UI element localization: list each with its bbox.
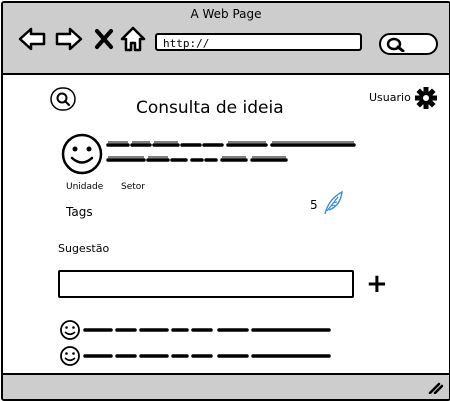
back-arrow-icon[interactable] (17, 25, 47, 53)
settings-gear-icon[interactable] (414, 86, 438, 110)
forward-arrow-icon[interactable] (54, 25, 84, 53)
like-count: 5 (310, 198, 318, 212)
stop-x-icon[interactable] (94, 28, 114, 50)
window-title: A Web Page (190, 7, 262, 21)
suggestion-list-item (59, 319, 349, 341)
search-icon[interactable] (49, 86, 77, 112)
browser-search-field[interactable] (379, 33, 438, 55)
suggestion-text-scribble (83, 354, 331, 358)
smiley-icon (60, 346, 80, 366)
resize-grip-icon[interactable] (427, 380, 443, 394)
smiley-icon (60, 320, 80, 340)
browser-search-icon (386, 37, 405, 52)
address-bar[interactable]: http:// (155, 33, 362, 51)
suggestion-list-item (59, 345, 349, 367)
feather-icon[interactable] (321, 190, 345, 216)
browser-toolbar: A Web Page http:// (3, 3, 449, 75)
browser-window: A Web Page http:// Consulta de ideia Usu… (1, 1, 450, 401)
suggestion-label: Sugestão (58, 242, 110, 255)
sector-label: Setor (121, 182, 145, 192)
suggestion-input[interactable] (58, 270, 354, 298)
status-bar (3, 373, 449, 399)
home-icon[interactable] (120, 25, 146, 53)
user-link[interactable]: Usuario (369, 91, 411, 104)
unit-label: Unidade (66, 182, 104, 192)
tags-label: Tags (66, 205, 93, 219)
author-avatar-smiley-icon (61, 133, 103, 175)
page-title: Consulta de ideia (136, 98, 284, 118)
add-suggestion-button[interactable]: + (366, 271, 388, 297)
suggestion-text-scribble (83, 328, 331, 332)
idea-description-scribble (106, 141, 356, 162)
